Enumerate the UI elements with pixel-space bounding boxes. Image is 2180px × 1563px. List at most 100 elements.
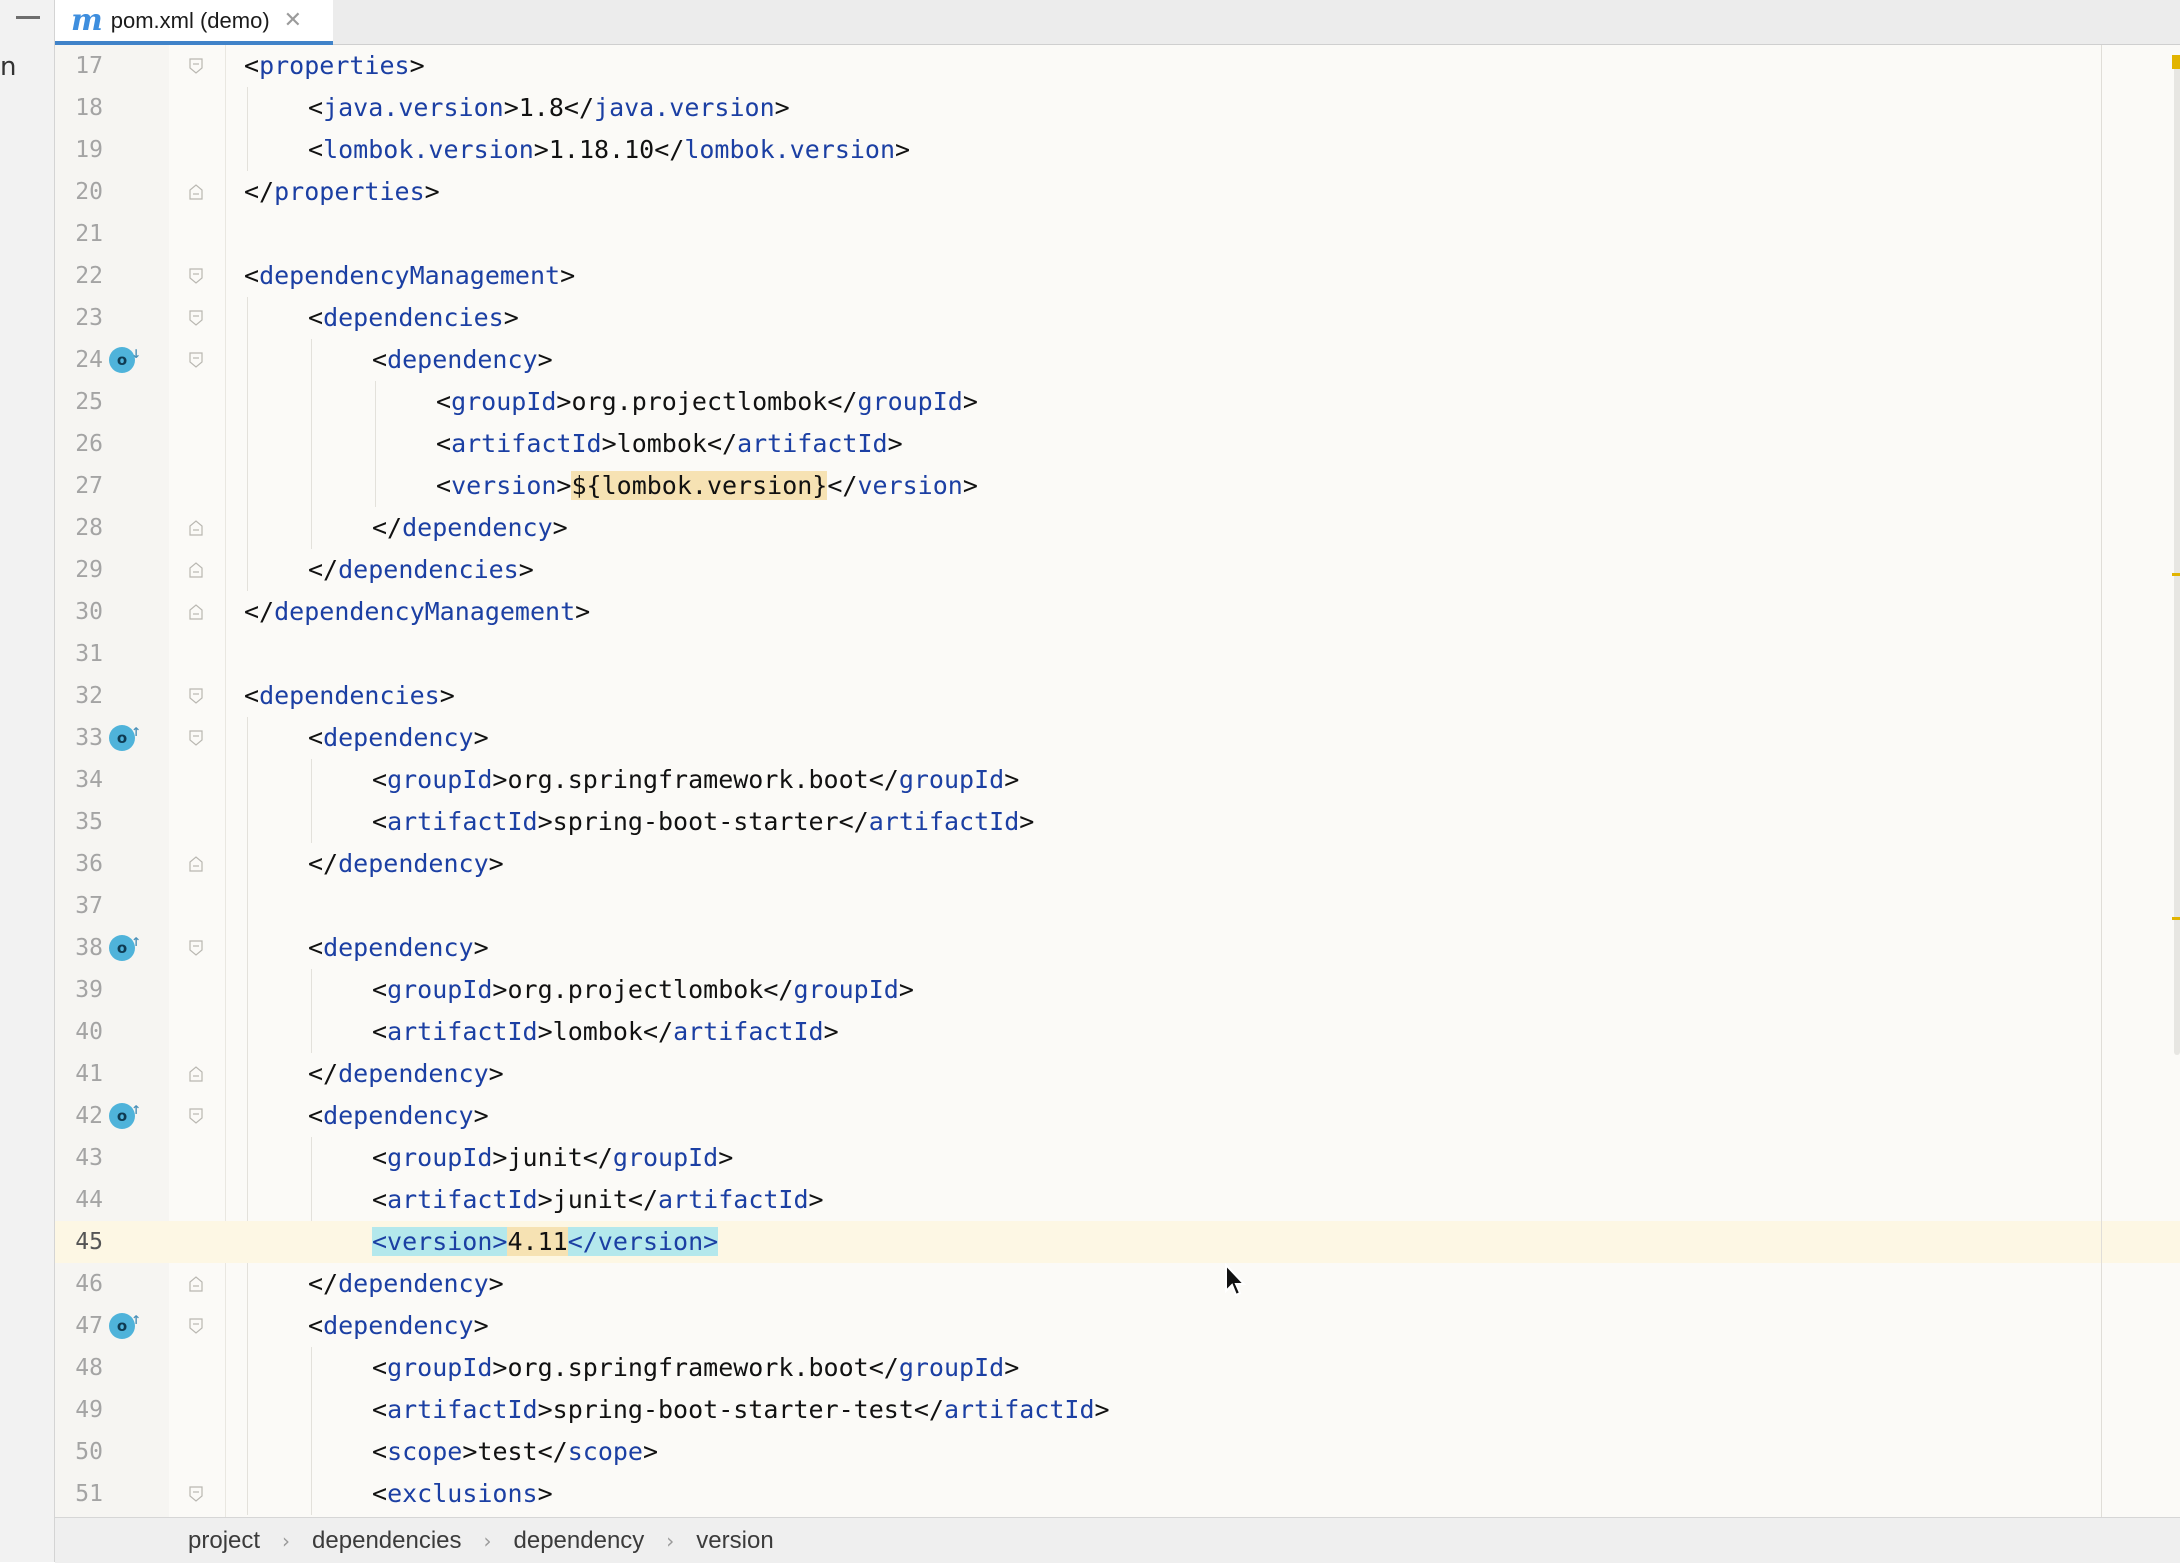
arrow-up-icon: ↑ bbox=[130, 725, 141, 739]
code-line[interactable]: 49 <artifactId>spring-boot-starter-test</… bbox=[55, 1389, 2180, 1431]
breadcrumb-item-project[interactable]: project bbox=[188, 1527, 260, 1555]
code-text: <version>4.11</version> bbox=[372, 1221, 719, 1263]
xml-bracket: </ bbox=[582, 1143, 613, 1172]
xml-bracket: > bbox=[537, 345, 553, 374]
code-line[interactable]: 47 o ↑ <dependency> bbox=[55, 1305, 2180, 1347]
xml-bracket: < bbox=[308, 933, 324, 962]
xml-tag-name: properties bbox=[259, 51, 410, 80]
code-line[interactable]: 18 <java.version>1.8</java.version> bbox=[55, 87, 2180, 129]
line-number: 28 bbox=[75, 515, 103, 541]
code-line[interactable]: 42 o ↑ <dependency> bbox=[55, 1095, 2180, 1137]
fold-open-icon[interactable] bbox=[189, 58, 203, 74]
xml-tag-name: groupId bbox=[857, 387, 963, 416]
fold-close-icon[interactable] bbox=[189, 1066, 203, 1082]
error-stripe-marker[interactable] bbox=[2172, 917, 2180, 920]
xml-bracket: < bbox=[436, 387, 452, 416]
code-editor[interactable]: 17 <properties> 18 <java.version>1.8</java.… bbox=[55, 45, 2180, 1517]
overriding-dependency-icon[interactable]: o ↑ bbox=[109, 935, 141, 961]
arrow-down-icon: ↓ bbox=[130, 347, 141, 361]
code-line[interactable]: 29 </dependencies> bbox=[55, 549, 2180, 591]
vertical-scrollbar[interactable] bbox=[2174, 55, 2180, 1055]
xml-bracket: > bbox=[473, 723, 489, 752]
code-line[interactable]: 44 <artifactId>junit</artifactId> bbox=[55, 1179, 2180, 1221]
xml-bracket: </ bbox=[308, 555, 339, 584]
overriding-dependency-icon[interactable]: o ↑ bbox=[109, 1313, 141, 1339]
line-number: 36 bbox=[75, 851, 103, 877]
fold-close-icon[interactable] bbox=[189, 562, 203, 578]
code-line[interactable]: 37 bbox=[55, 885, 2180, 927]
code-line[interactable]: 24 o ↓ <dependency> bbox=[55, 339, 2180, 381]
overriding-dependency-icon[interactable]: o ↑ bbox=[109, 1103, 141, 1129]
line-number: 19 bbox=[75, 137, 103, 163]
code-line[interactable]: 51 <exclusions> bbox=[55, 1473, 2180, 1515]
fold-open-icon[interactable] bbox=[189, 352, 203, 368]
xml-bracket: </ bbox=[537, 1437, 568, 1466]
xml-tag-name: dependency bbox=[338, 849, 489, 878]
code-line[interactable]: 36 </dependency> bbox=[55, 843, 2180, 885]
xml-tag-name: artifactId bbox=[387, 807, 538, 836]
xml-bracket: > bbox=[642, 1437, 659, 1466]
warning-stripe-marker[interactable] bbox=[2172, 55, 2180, 69]
fold-open-icon[interactable] bbox=[189, 1486, 203, 1502]
code-line[interactable]: 27 <version>${lombok.version}</version> bbox=[55, 465, 2180, 507]
error-stripe-marker[interactable] bbox=[2172, 573, 2180, 576]
xml-bracket: </ bbox=[706, 429, 738, 458]
fold-open-icon[interactable] bbox=[189, 688, 203, 704]
code-line[interactable]: 43 <groupId>junit</groupId> bbox=[55, 1137, 2180, 1179]
xml-bracket: </ bbox=[308, 1269, 339, 1298]
code-line[interactable]: 32 <dependencies> bbox=[55, 675, 2180, 717]
fold-open-icon[interactable] bbox=[189, 1108, 203, 1124]
code-line[interactable]: 25 <groupId>org.projectlombok</groupId> bbox=[55, 381, 2180, 423]
code-line[interactable]: 28 </dependency> bbox=[55, 507, 2180, 549]
fold-open-icon[interactable] bbox=[189, 940, 203, 956]
code-line[interactable]: 21 bbox=[55, 213, 2180, 255]
fold-close-icon[interactable] bbox=[189, 1276, 203, 1292]
code-line[interactable]: 39 <groupId>org.projectlombok</groupId> bbox=[55, 969, 2180, 1011]
overridden-dependency-icon[interactable]: o ↓ bbox=[109, 347, 141, 373]
code-line[interactable]: 31 bbox=[55, 633, 2180, 675]
code-line[interactable]: 41 </dependency> bbox=[55, 1053, 2180, 1095]
breadcrumb-item-dependency[interactable]: dependency bbox=[514, 1527, 645, 1555]
code-line[interactable]: 19 <lombok.version>1.18.10</lombok.versio… bbox=[55, 129, 2180, 171]
code-line[interactable]: 46 </dependency> bbox=[55, 1263, 2180, 1305]
fold-close-icon[interactable] bbox=[189, 604, 203, 620]
xml-bracket: > bbox=[488, 1269, 504, 1298]
code-line[interactable]: 17 <properties> bbox=[55, 45, 2180, 87]
code-text: <dependencies> bbox=[244, 675, 455, 717]
tab-pom-xml[interactable]: m pom.xml (demo) ✕ bbox=[55, 0, 333, 45]
breadcrumb-item-version[interactable]: version bbox=[696, 1527, 773, 1555]
fold-close-icon[interactable] bbox=[189, 184, 203, 200]
fold-open-icon[interactable] bbox=[189, 310, 203, 326]
xml-tag-name: artifactId bbox=[658, 1185, 809, 1214]
code-line[interactable]: 34 <groupId>org.springframework.boot</gro… bbox=[55, 759, 2180, 801]
xml-bracket: > bbox=[1004, 765, 1020, 794]
xml-bracket: < bbox=[308, 303, 324, 332]
fold-close-icon[interactable] bbox=[189, 856, 203, 872]
fold-open-icon[interactable] bbox=[189, 730, 203, 746]
code-line[interactable]: 33 o ↑ <dependency> bbox=[55, 717, 2180, 759]
xml-bracket: </ bbox=[244, 597, 275, 626]
tool-window-label: n bbox=[0, 52, 17, 82]
code-line[interactable]: 38 o ↑ <dependency> bbox=[55, 927, 2180, 969]
code-line[interactable]: 40 <artifactId>lombok</artifactId> bbox=[55, 1011, 2180, 1053]
fold-open-icon[interactable] bbox=[189, 1318, 203, 1334]
minimize-icon[interactable] bbox=[16, 16, 40, 19]
code-line[interactable]: 30 </dependencyManagement> bbox=[55, 591, 2180, 633]
code-line[interactable]: 22 <dependencyManagement> bbox=[55, 255, 2180, 297]
xml-value: lombok bbox=[552, 1017, 643, 1046]
overriding-dependency-icon[interactable]: o ↑ bbox=[109, 725, 141, 751]
xml-bracket: </ bbox=[827, 387, 858, 416]
code-line[interactable]: 26 <artifactId>lombok</artifactId> bbox=[55, 423, 2180, 465]
close-icon[interactable]: ✕ bbox=[284, 8, 302, 33]
xml-bracket: < bbox=[372, 345, 388, 374]
fold-close-icon[interactable] bbox=[189, 520, 203, 536]
fold-open-icon[interactable] bbox=[189, 268, 203, 284]
code-line[interactable]: 20 </properties> bbox=[55, 171, 2180, 213]
code-line[interactable]: 35 <artifactId>spring-boot-starter</artif… bbox=[55, 801, 2180, 843]
code-line[interactable]: 50 <scope>test</scope> bbox=[55, 1431, 2180, 1473]
code-line[interactable]: 23 <dependencies> bbox=[55, 297, 2180, 339]
line-number: 41 bbox=[75, 1061, 103, 1087]
breadcrumb-item-dependencies[interactable]: dependencies bbox=[312, 1527, 461, 1555]
code-line[interactable]: 48 <groupId>org.springframework.boot</gro… bbox=[55, 1347, 2180, 1389]
code-line[interactable]: 45 <version>4.11</version> bbox=[55, 1221, 2180, 1263]
